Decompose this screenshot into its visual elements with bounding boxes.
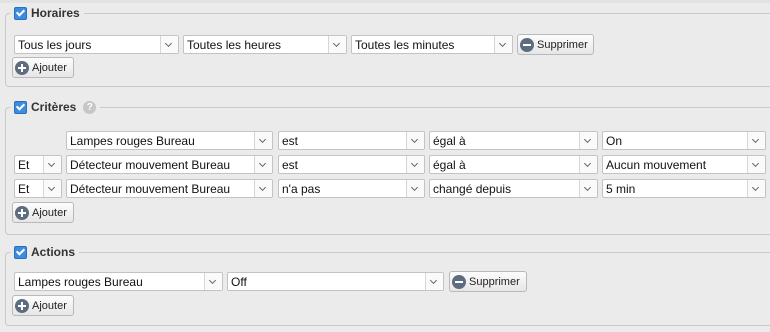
criteres-add-label: Ajouter bbox=[32, 206, 67, 219]
criteria-device-value: Détecteur mouvement Bureau bbox=[70, 182, 231, 196]
criteres-add-button[interactable]: Ajouter bbox=[12, 202, 74, 223]
chevron-down-icon bbox=[406, 180, 424, 197]
criteria-operator-select[interactable]: égal à bbox=[429, 131, 598, 150]
actions-checkbox[interactable] bbox=[14, 245, 27, 259]
action-value-value: Off bbox=[231, 275, 247, 289]
actions-add-label: Ajouter bbox=[32, 299, 67, 312]
plus-circle-icon bbox=[15, 60, 29, 75]
chevron-down-icon bbox=[254, 180, 272, 197]
chevron-down-icon bbox=[406, 156, 424, 173]
horaires-remove-button[interactable]: Supprimer bbox=[517, 34, 594, 55]
criteria-device-select[interactable]: Détecteur mouvement Bureau bbox=[66, 179, 273, 198]
criteres-title: Critères bbox=[31, 100, 77, 114]
criteria-operator-value: changé depuis bbox=[433, 182, 512, 196]
chevron-down-icon bbox=[579, 180, 597, 197]
horaires-title: Horaires bbox=[31, 6, 80, 20]
chevron-down-icon bbox=[747, 180, 765, 197]
criteria-device-value: Détecteur mouvement Bureau bbox=[70, 158, 231, 172]
criteria-operator-value: égal à bbox=[433, 134, 466, 148]
criteria-operator-select[interactable]: changé depuis bbox=[429, 179, 598, 198]
criteria-value-select[interactable]: 5 min bbox=[602, 179, 766, 198]
action-device-value: Lampes rouges Bureau bbox=[18, 275, 143, 289]
chevron-down-icon bbox=[579, 132, 597, 149]
actions-add-button[interactable]: Ajouter bbox=[12, 295, 74, 316]
criteria-verb-select[interactable]: est bbox=[278, 131, 425, 150]
criteria-device-select[interactable]: Détecteur mouvement Bureau bbox=[66, 155, 273, 174]
action-value-select[interactable]: Off bbox=[227, 272, 444, 291]
top-strip bbox=[0, 0, 770, 3]
minus-circle-icon bbox=[520, 37, 534, 52]
criteria-conjunction-select[interactable]: Et bbox=[14, 155, 62, 174]
horaires-add-label: Ajouter bbox=[32, 61, 67, 74]
plus-circle-icon bbox=[15, 298, 29, 313]
criteria-value-value: Aucun mouvement bbox=[606, 158, 707, 172]
chevron-down-icon bbox=[494, 36, 512, 53]
criteria-conjunction-value: Et bbox=[18, 182, 30, 196]
criteria-operator-value: égal à bbox=[433, 158, 466, 172]
actions-title: Actions bbox=[31, 245, 76, 259]
horaires-hours-select[interactable]: Toutes les heures bbox=[183, 35, 347, 54]
chevron-down-icon bbox=[254, 132, 272, 149]
section-horaires-legend[interactable]: Horaires bbox=[10, 5, 84, 21]
action-device-select[interactable]: Lampes rouges Bureau bbox=[14, 272, 223, 291]
actions-remove-label: Supprimer bbox=[469, 275, 520, 288]
minus-circle-icon bbox=[452, 274, 466, 289]
chevron-down-icon bbox=[43, 156, 61, 173]
section-actions-legend[interactable]: Actions bbox=[10, 244, 79, 260]
criteria-value-value: 5 min bbox=[606, 182, 636, 196]
criteria-verb-value: n'a pas bbox=[282, 182, 321, 196]
section-criteres-legend[interactable]: Critères ? bbox=[10, 99, 100, 115]
horaires-remove-label: Supprimer bbox=[537, 38, 588, 51]
criteria-conjunction-value: Et bbox=[18, 158, 30, 172]
horaires-minutes-value: Toutes les minutes bbox=[355, 38, 455, 52]
chevron-down-icon bbox=[747, 132, 765, 149]
criteres-checkbox[interactable] bbox=[14, 100, 27, 114]
horaires-add-button[interactable]: Ajouter bbox=[12, 57, 74, 78]
criteria-value-value: On bbox=[606, 134, 623, 148]
chevron-down-icon bbox=[425, 273, 443, 290]
criteria-value-select[interactable]: Aucun mouvement bbox=[602, 155, 766, 174]
chevron-down-icon bbox=[204, 273, 222, 290]
criteria-verb-select[interactable]: est bbox=[278, 155, 425, 174]
chevron-down-icon bbox=[747, 156, 765, 173]
chevron-down-icon bbox=[43, 180, 61, 197]
chevron-down-icon bbox=[254, 156, 272, 173]
chevron-down-icon bbox=[579, 156, 597, 173]
criteria-conjunction-select[interactable]: Et bbox=[14, 179, 62, 198]
chevron-down-icon bbox=[328, 36, 346, 53]
horaires-hours-value: Toutes les heures bbox=[187, 38, 282, 52]
criteria-value-select[interactable]: On bbox=[602, 131, 766, 150]
criteria-verb-select[interactable]: n'a pas bbox=[278, 179, 425, 198]
horaires-day-select[interactable]: Tous les jours bbox=[14, 35, 179, 54]
help-icon[interactable]: ? bbox=[83, 100, 97, 114]
chevron-down-icon bbox=[160, 36, 178, 53]
horaires-minutes-select[interactable]: Toutes les minutes bbox=[351, 35, 513, 54]
criteria-verb-value: est bbox=[282, 158, 299, 172]
chevron-down-icon bbox=[406, 132, 424, 149]
horaires-checkbox[interactable] bbox=[14, 6, 27, 20]
criteria-device-select[interactable]: Lampes rouges Bureau bbox=[66, 131, 273, 150]
criteria-verb-value: est bbox=[282, 134, 299, 148]
horaires-day-value: Tous les jours bbox=[18, 38, 92, 52]
actions-remove-button[interactable]: Supprimer bbox=[449, 271, 527, 292]
criteria-operator-select[interactable]: égal à bbox=[429, 155, 598, 174]
criteria-device-value: Lampes rouges Bureau bbox=[70, 134, 195, 148]
plus-circle-icon bbox=[15, 205, 29, 220]
